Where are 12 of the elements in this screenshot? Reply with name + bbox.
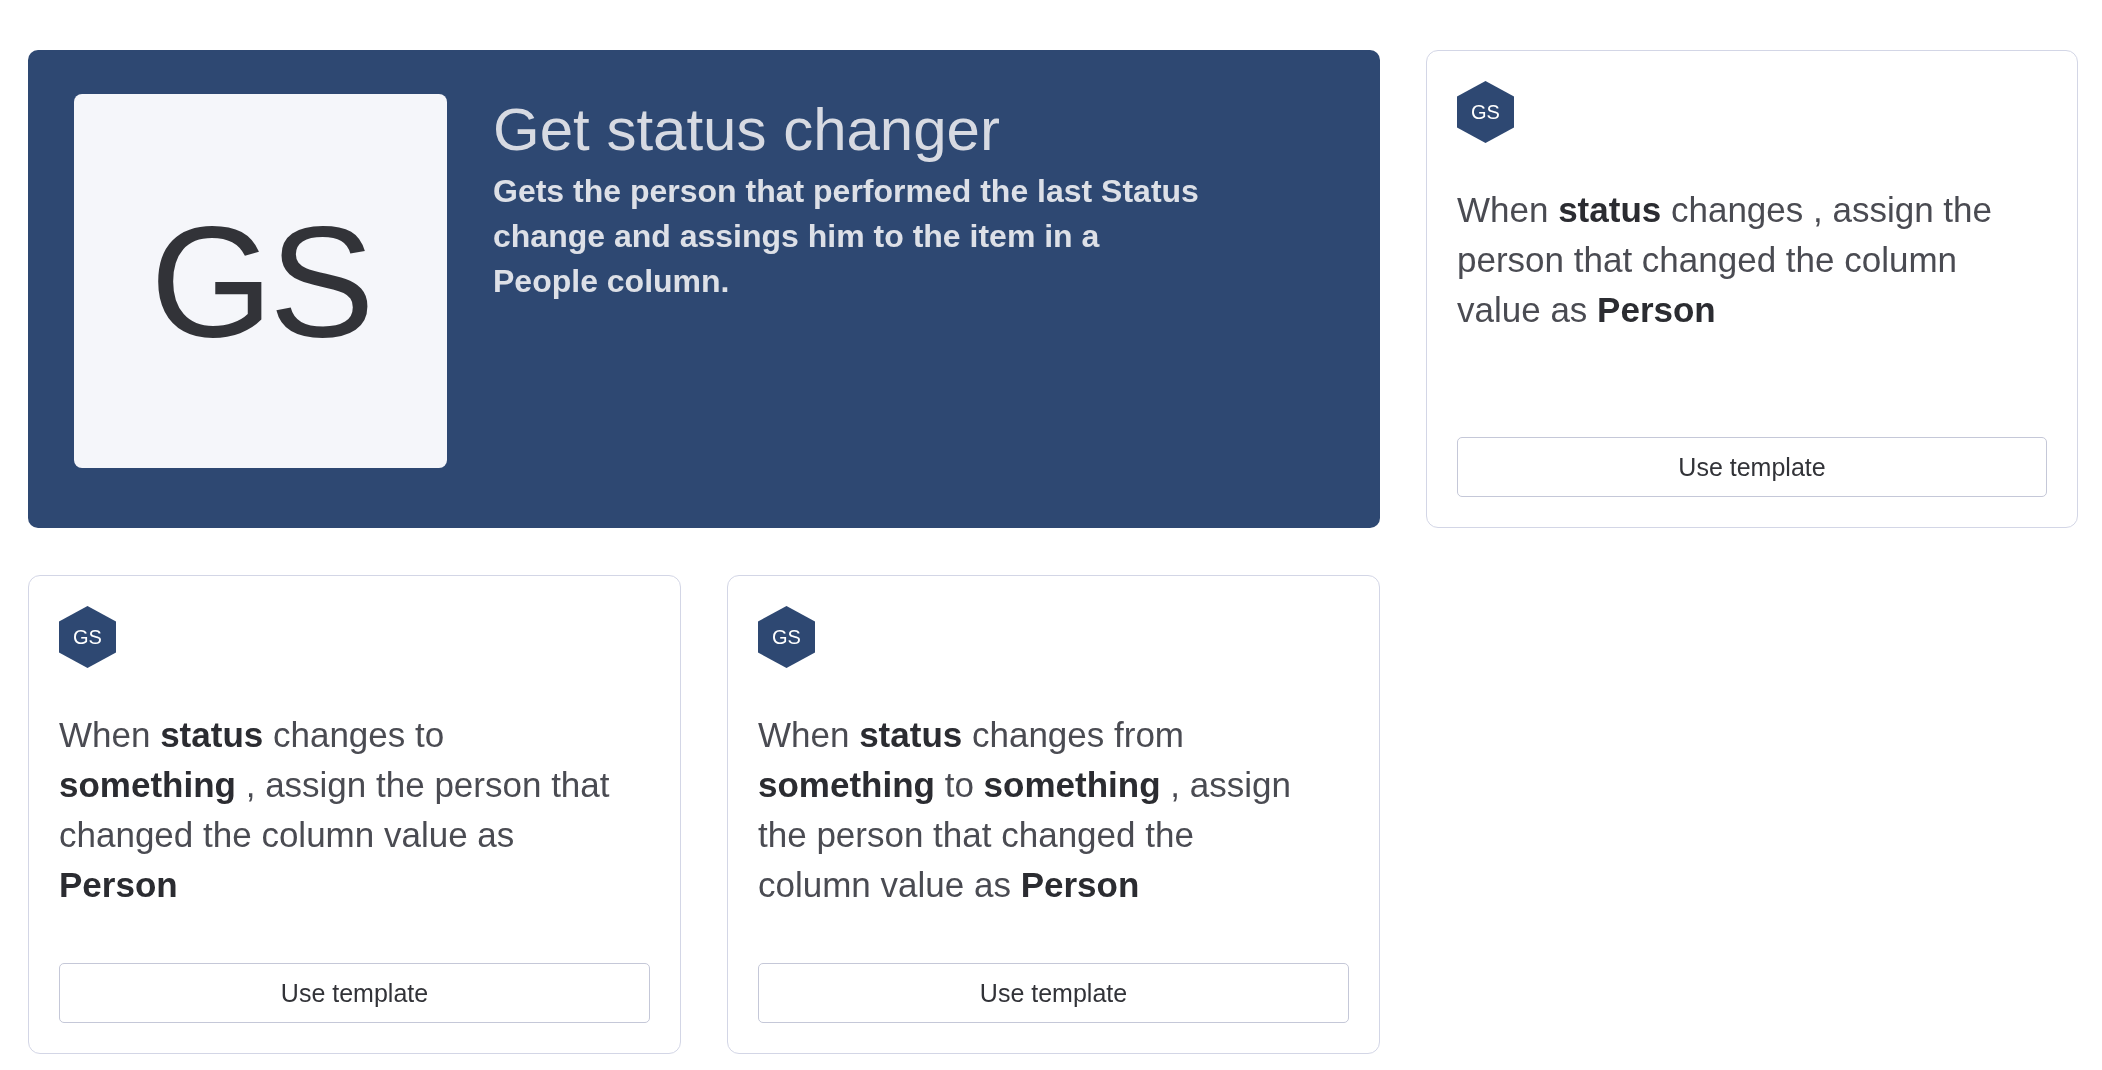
use-template-button[interactable]: Use template	[1457, 437, 2047, 497]
hexagon-badge: GS	[1457, 81, 1514, 143]
template-description: When status changes , assign the person that changed the column value as Person	[1457, 189, 1994, 331]
banner-title: Get status changer	[493, 95, 1000, 165]
hexagon-badge: GS	[758, 606, 815, 668]
hexagon-badge: GS	[59, 606, 116, 668]
banner-description: Gets the person that performed the last Status change and assings him to the item in a People column.	[493, 172, 1200, 301]
logo-tile: GS	[74, 94, 447, 468]
use-template-button[interactable]: Use template	[59, 963, 650, 1023]
use-template-button[interactable]: Use template	[758, 963, 1349, 1023]
template-description: When status changes to something , assign the person that changed the column value as Person	[59, 714, 611, 906]
template-description: When status changes from something to something , assign the person that changed the column value as Person	[758, 714, 1292, 906]
